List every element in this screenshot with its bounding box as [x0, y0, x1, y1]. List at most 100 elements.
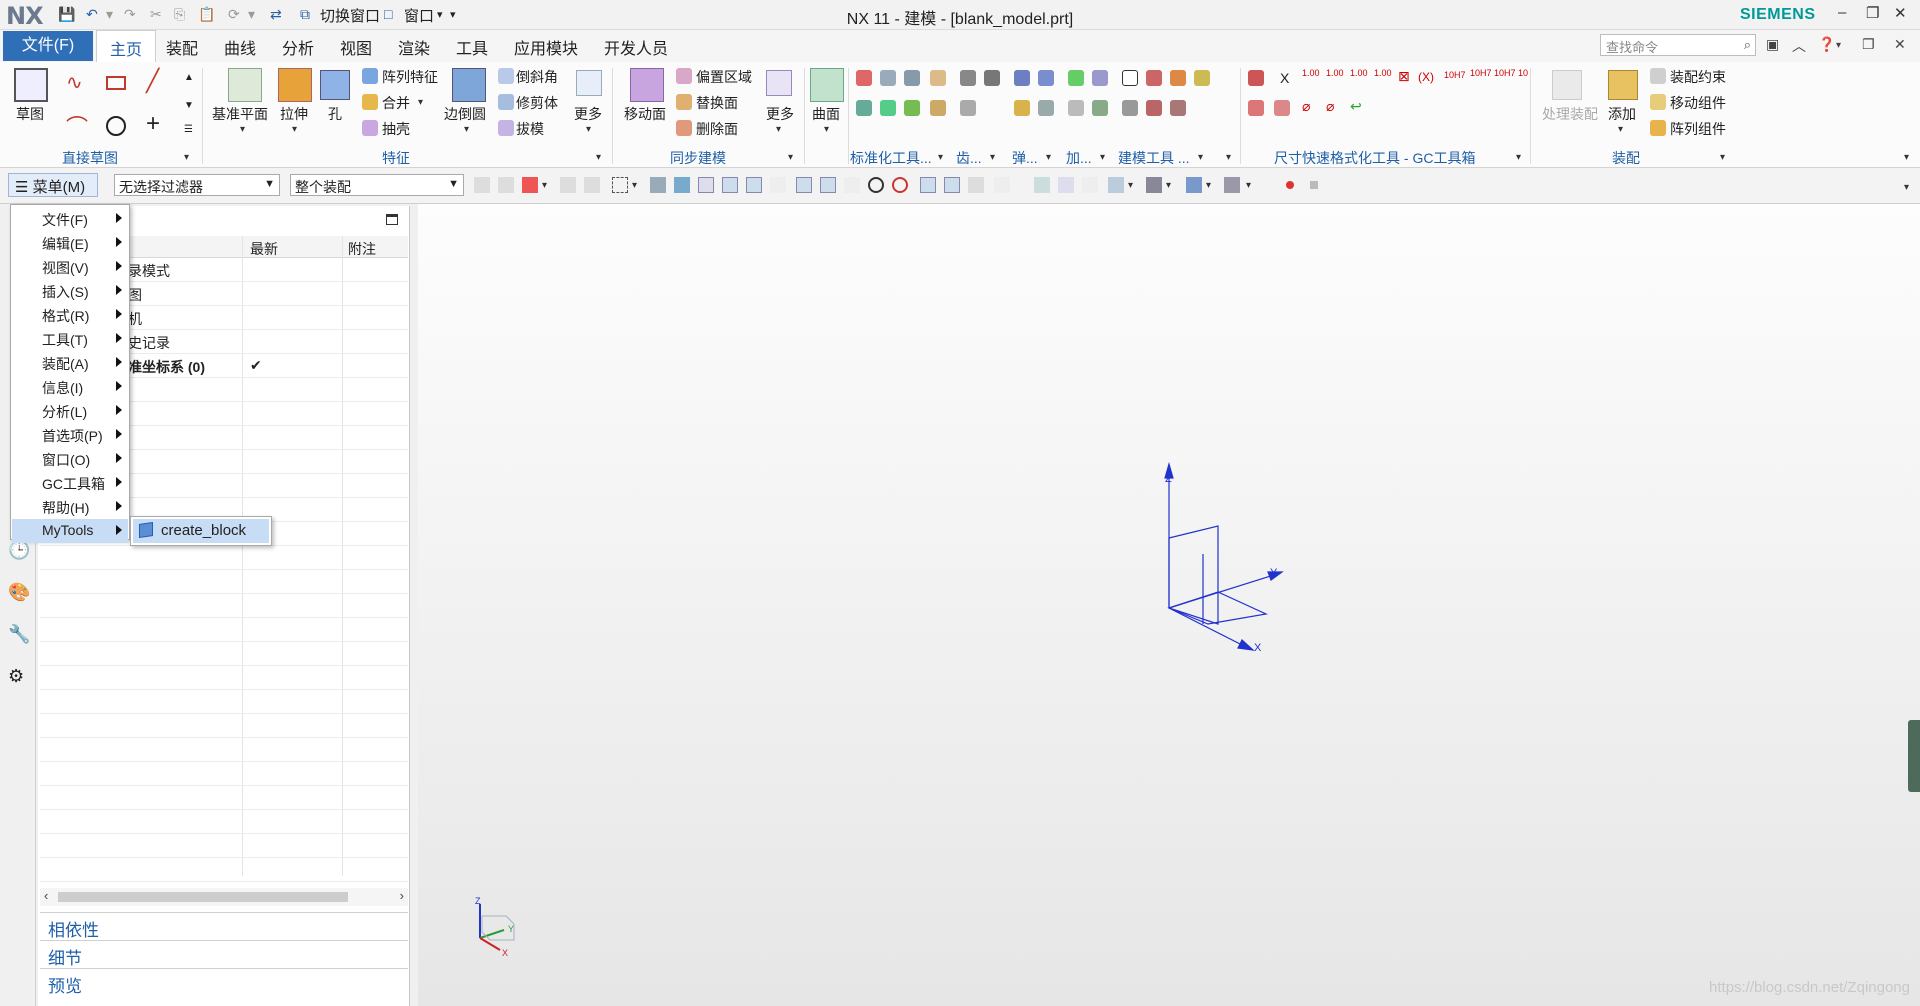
orient-view-dropdown-icon[interactable]: ▾ [1128, 180, 1133, 191]
move-component-button[interactable]: 移动组件 [1670, 93, 1726, 113]
record-icon[interactable] [1286, 181, 1294, 189]
paste-icon[interactable]: 📋 [198, 6, 215, 23]
mid-point-icon[interactable] [746, 177, 762, 193]
section-dependencies[interactable]: 相依性 ⌄ [40, 912, 408, 940]
surface-button[interactable]: 曲面 [812, 104, 840, 124]
unite-dropdown-icon[interactable]: ▾ [418, 97, 423, 108]
edit-section-dropdown-icon[interactable]: ▾ [1206, 180, 1211, 191]
unite-button[interactable]: 合并 [382, 93, 410, 113]
modeling-tool-7-icon[interactable] [1170, 100, 1186, 116]
point-on-curve-icon[interactable] [944, 177, 960, 193]
extrude-dropdown-icon[interactable]: ▾ [292, 124, 297, 135]
sketch-group-dropdown-icon[interactable]: ▾ [184, 152, 189, 163]
surface-icon[interactable] [810, 68, 844, 102]
arc-center-icon[interactable] [868, 177, 884, 193]
add-tool-4-icon[interactable] [1092, 100, 1108, 116]
modeling-tool-4-icon[interactable] [1194, 70, 1210, 86]
sync-group-dropdown-icon[interactable]: ▾ [788, 152, 793, 163]
repeat-command-icon[interactable]: ⟳ [228, 6, 240, 23]
dim-tool-precision-3-icon[interactable]: 1.00 [1350, 68, 1368, 78]
sketch-icon[interactable] [14, 68, 48, 102]
dim-tool-box-x-icon[interactable]: ⊠ [1398, 68, 1410, 85]
edit-section-icon[interactable] [1186, 177, 1202, 193]
sketch-button[interactable]: 草图 [16, 104, 44, 124]
tab-developer[interactable]: 开发人员 [604, 35, 668, 59]
history-icon[interactable]: 🕒 [8, 540, 30, 561]
control-point-icon[interactable] [770, 177, 786, 193]
quadrant-point-icon[interactable] [892, 177, 908, 193]
assembly-group-dropdown-icon[interactable]: ▾ [1720, 152, 1725, 163]
std-tool-7-icon[interactable] [904, 100, 920, 116]
spring-tool-3-icon[interactable] [1014, 100, 1030, 116]
existing-point-icon[interactable] [920, 177, 936, 193]
shell-icon[interactable] [362, 120, 378, 136]
dim-tool-1-icon[interactable] [1248, 70, 1264, 86]
zoom-icon[interactable] [1058, 177, 1074, 193]
dim-tool-paren-x-icon[interactable]: (X) [1418, 70, 1434, 84]
circle-icon[interactable] [106, 116, 126, 136]
graphics-window[interactable]: Z Y X Z Y X https://blog.csdn.net/Zqingo… [418, 204, 1920, 1006]
tab-view[interactable]: 视图 [340, 35, 372, 59]
dim-tool-2-icon[interactable] [1248, 100, 1264, 116]
show-hide-icon[interactable] [1224, 177, 1240, 193]
rectangle-icon[interactable] [106, 76, 126, 90]
feature-more-button[interactable]: 更多 [574, 104, 602, 124]
tab-home[interactable]: 主页 [96, 30, 157, 62]
undo-dropdown-icon[interactable]: ▾ [106, 6, 113, 23]
draft-icon[interactable] [498, 120, 514, 136]
selection-filter-select[interactable]: 无选择过滤器 ▼ [114, 174, 280, 196]
dim-tool-3-icon[interactable] [1274, 100, 1290, 116]
pattern-feature-button[interactable]: 阵列特征 [382, 67, 438, 87]
menu-item-file[interactable]: 文件(F) [12, 207, 128, 231]
menu-item-insert[interactable]: 插入(S) [12, 279, 128, 303]
add-tool-1-icon[interactable] [1068, 70, 1084, 86]
spring-tool-1-icon[interactable] [1014, 70, 1030, 86]
dim-tool-fit-4-icon[interactable]: 10 [1518, 68, 1528, 78]
std-tool-8-icon[interactable] [930, 100, 946, 116]
delete-face-button[interactable]: 删除面 [696, 119, 738, 139]
menu-item-tools[interactable]: 工具(T) [12, 327, 128, 351]
extrude-icon[interactable] [278, 68, 312, 102]
menu-button[interactable]: ☰ 菜单(M) ▾ [8, 173, 98, 213]
color-filter-icon[interactable] [584, 177, 600, 193]
chamfer-icon[interactable] [498, 68, 514, 84]
close-icon[interactable]: ✕ [1894, 4, 1907, 22]
section-preview[interactable]: 预览 ⌄ [40, 968, 408, 996]
dim-tool-diameter-1-icon[interactable]: ⌀ [1302, 98, 1310, 115]
show-hide-dropdown-icon[interactable]: ▾ [1246, 180, 1251, 191]
switch-window-button[interactable]: 切换窗口 [320, 5, 380, 26]
column-header-latest[interactable]: 最新 [250, 239, 278, 259]
fit-view-icon[interactable] [1034, 177, 1050, 193]
move-face-button[interactable]: 移动面 [624, 104, 666, 124]
feature-more-dropdown-icon[interactable]: ▾ [586, 124, 591, 135]
copy-icon[interactable]: ⎘ [174, 6, 185, 23]
render-style-dropdown-icon[interactable]: ▾ [1166, 180, 1171, 191]
doc-close-icon[interactable]: ✕ [1894, 36, 1906, 53]
minimize-icon[interactable]: – [1838, 4, 1846, 21]
right-scroll-handle[interactable] [1908, 720, 1920, 792]
add-component-button[interactable]: 添加 [1608, 104, 1636, 124]
tab-curve[interactable]: 曲线 [224, 35, 256, 59]
dim-tool-precision-2-icon[interactable]: 1.00 [1326, 68, 1344, 78]
save-icon[interactable]: 💾 [58, 6, 75, 23]
select-face-icon[interactable] [650, 177, 666, 193]
offset-region-button[interactable]: 偏置区域 [696, 67, 752, 87]
edge-blend-dropdown-icon[interactable]: ▾ [464, 124, 469, 135]
shell-button[interactable]: 抽壳 [382, 119, 410, 139]
menu-item-mytools[interactable]: MyTools [12, 519, 128, 543]
menu-item-window[interactable]: 窗口(O) [12, 447, 128, 471]
window-icon[interactable]: □ [384, 6, 392, 22]
orient-view-icon[interactable] [1108, 177, 1124, 193]
delete-face-icon[interactable] [676, 120, 692, 136]
sync-more-dropdown-icon[interactable]: ▾ [776, 124, 781, 135]
intersection-point-icon[interactable] [796, 177, 812, 193]
std-tool-5-icon[interactable] [856, 100, 872, 116]
gear-tool-2-icon[interactable] [984, 70, 1000, 86]
tab-applications[interactable]: 应用模块 [514, 35, 578, 59]
std-tool-1-icon[interactable] [856, 70, 872, 86]
detail-filter-icon[interactable] [560, 177, 576, 193]
modeling-tool-1-icon[interactable] [1122, 70, 1138, 86]
std-tools-dropdown-icon[interactable]: ▾ [938, 152, 943, 163]
modeling-tools-more-icon[interactable]: ▾ [1226, 152, 1231, 163]
dim-tool-clear-icon[interactable]: X [1280, 70, 1289, 86]
